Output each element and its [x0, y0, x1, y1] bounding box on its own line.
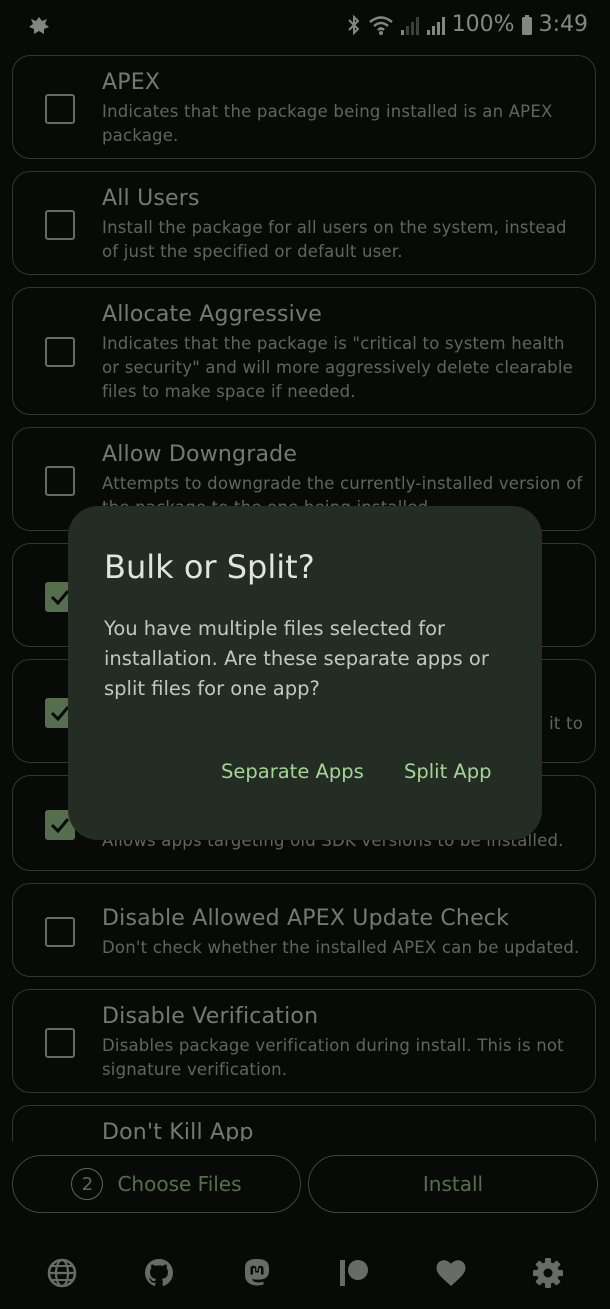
split-app-button[interactable]: Split App [404, 760, 492, 783]
dialog-message: You have multiple files selected for ins… [104, 617, 489, 700]
bulk-or-split-dialog: Bulk or Split? You have multiple files s… [68, 506, 542, 840]
separate-apps-button[interactable]: Separate Apps [221, 760, 364, 783]
dialog-title: Bulk or Split? [104, 548, 315, 586]
